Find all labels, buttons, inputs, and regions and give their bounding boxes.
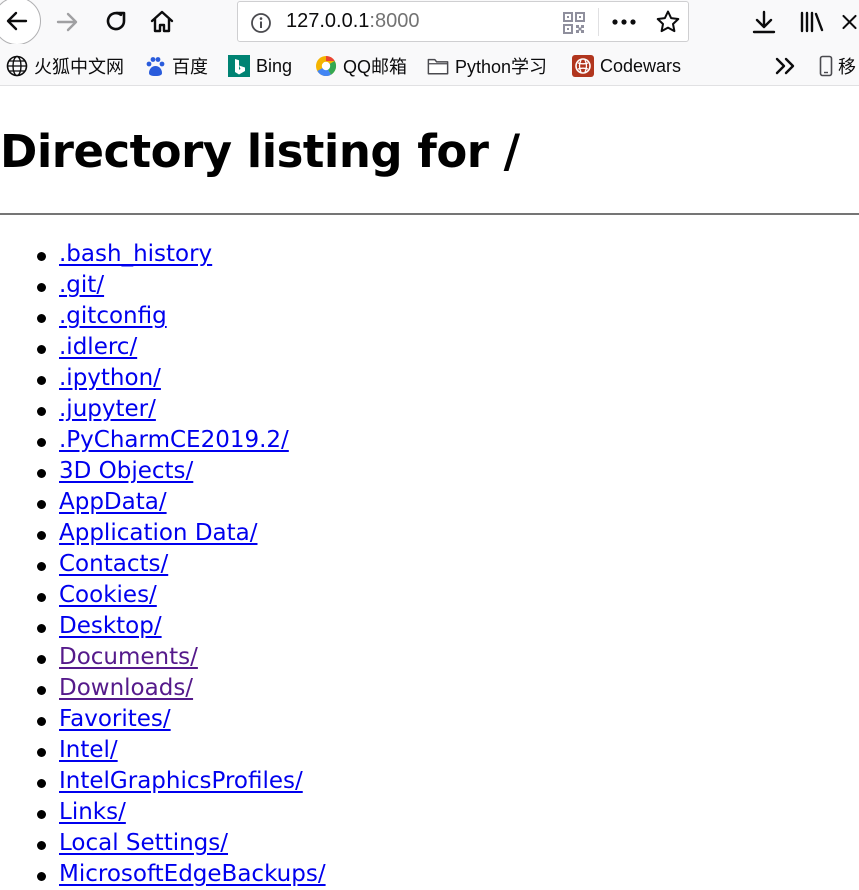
downloads-button[interactable] <box>748 6 780 38</box>
bookmark-mobile[interactable]: 移 <box>818 54 859 78</box>
directory-entry-link[interactable]: Favorites/ <box>59 706 171 732</box>
back-button[interactable] <box>0 0 42 45</box>
list-item: Desktop/ <box>0 611 326 642</box>
directory-entry-link[interactable]: Cookies/ <box>59 582 157 608</box>
close-icon <box>842 14 857 30</box>
bookmark-codewars[interactable]: Codewars <box>572 54 681 78</box>
home-button[interactable] <box>146 6 178 38</box>
codewars-icon <box>572 55 594 77</box>
forward-button[interactable] <box>51 6 83 38</box>
directory-entry-link[interactable]: Documents/ <box>59 644 198 670</box>
bookmarks-bar: 火狐中文网 百度 Bing QQ邮箱 Python学习 Codewars 移 <box>0 44 859 86</box>
directory-entry-link[interactable]: Local Settings/ <box>59 830 228 856</box>
download-icon <box>752 10 776 34</box>
more-dots-icon[interactable] <box>611 10 637 34</box>
list-item: Links/ <box>0 797 326 828</box>
bookmark-label: 火狐中文网 <box>34 57 124 77</box>
baidu-paw-icon <box>144 55 166 77</box>
bookmark-label: Codewars <box>600 55 682 76</box>
bookmark-qqmail[interactable]: QQ邮箱 <box>315 54 407 78</box>
library-icon <box>800 11 824 33</box>
directory-entry-link[interactable]: 3D Objects/ <box>59 458 193 484</box>
double-chevron-icon <box>775 57 795 75</box>
folder-icon <box>427 55 449 77</box>
directory-entry-link[interactable]: .idlerc/ <box>59 334 137 360</box>
bookmark-label: 移 <box>838 57 856 77</box>
back-arrow-icon <box>6 11 28 31</box>
list-item: .PyCharmCE2019.2/ <box>0 425 326 456</box>
close-button[interactable] <box>840 6 859 38</box>
globe-icon <box>6 55 28 77</box>
directory-entry-link[interactable]: IntelGraphicsProfiles/ <box>59 768 303 794</box>
list-item: Documents/ <box>0 642 326 673</box>
url-bar[interactable]: 127.0.0.1:8000 <box>237 1 689 42</box>
info-icon[interactable] <box>250 12 272 34</box>
list-item: Application Data/ <box>0 518 326 549</box>
navigation-toolbar: 127.0.0.1:8000 <box>0 0 859 45</box>
list-item: Downloads/ <box>0 673 326 704</box>
qq-mail-icon <box>315 55 337 77</box>
list-item: 3D Objects/ <box>0 456 326 487</box>
bookmark-label: Bing <box>256 55 293 76</box>
horizontal-rule <box>0 213 859 215</box>
bookmark-label: QQ邮箱 <box>343 57 408 77</box>
directory-entry-link[interactable]: .ipython/ <box>59 365 161 391</box>
home-icon <box>150 10 174 33</box>
reload-icon <box>106 11 126 31</box>
library-button[interactable] <box>796 6 828 38</box>
directory-entry-link[interactable]: Application Data/ <box>59 520 258 546</box>
directory-entry-link[interactable]: .PyCharmCE2019.2/ <box>59 427 289 453</box>
directory-entry-link[interactable]: .jupyter/ <box>59 396 156 422</box>
directory-entry-link[interactable]: .git/ <box>59 272 104 298</box>
list-item: .ipython/ <box>0 363 326 394</box>
url-port: :8000 <box>369 10 420 32</box>
bing-icon <box>228 55 250 77</box>
directory-entry-link[interactable]: Intel/ <box>59 737 118 763</box>
directory-entry-link[interactable]: Contacts/ <box>59 551 168 577</box>
directory-entry-link[interactable]: Downloads/ <box>59 675 193 701</box>
directory-entry-link[interactable]: AppData/ <box>59 489 167 515</box>
url-text[interactable]: 127.0.0.1:8000 <box>286 10 419 33</box>
bookmark-baidu[interactable]: 百度 <box>144 54 208 78</box>
bookmark-label: 百度 <box>172 57 208 77</box>
bookmark-huohu[interactable]: 火狐中文网 <box>6 54 124 78</box>
directory-entry-link[interactable]: .gitconfig <box>59 303 167 329</box>
list-item: .bash_history <box>0 239 326 270</box>
list-item: AppData/ <box>0 487 326 518</box>
list-item: Contacts/ <box>0 549 326 580</box>
bookmark-label: Python学习 <box>455 57 548 77</box>
list-item: .git/ <box>0 270 326 301</box>
directory-entry-link[interactable]: .bash_history <box>59 241 212 267</box>
bookmarks-overflow-button[interactable] <box>773 54 797 78</box>
page-title: Directory listing for / <box>0 125 520 178</box>
list-item: MicrosoftEdgeBackups/ <box>0 859 326 890</box>
bookmark-python-folder[interactable]: Python学习 <box>427 54 547 78</box>
bookmark-star-icon[interactable] <box>655 9 681 35</box>
list-item: Cookies/ <box>0 580 326 611</box>
forward-arrow-icon <box>56 12 78 32</box>
list-item: Intel/ <box>0 735 326 766</box>
url-separator <box>598 8 599 36</box>
directory-listing: .bash_history .git/ .gitconfig .idlerc/ .ipy… <box>0 239 326 890</box>
directory-entry-link[interactable]: Desktop/ <box>59 613 162 639</box>
mobile-phone-icon <box>818 55 834 77</box>
directory-entry-link[interactable]: Links/ <box>59 799 126 825</box>
list-item: IntelGraphicsProfiles/ <box>0 766 326 797</box>
list-item: Local Settings/ <box>0 828 326 859</box>
directory-entry-link[interactable]: MicrosoftEdgeBackups/ <box>59 861 326 887</box>
qr-code-icon[interactable] <box>563 12 585 34</box>
url-host: 127.0.0.1 <box>286 10 370 32</box>
reload-button[interactable] <box>100 6 132 38</box>
list-item: Favorites/ <box>0 704 326 735</box>
list-item: .gitconfig <box>0 301 326 332</box>
bookmark-bing[interactable]: Bing <box>228 54 292 78</box>
list-item: .jupyter/ <box>0 394 326 425</box>
list-item: .idlerc/ <box>0 332 326 363</box>
